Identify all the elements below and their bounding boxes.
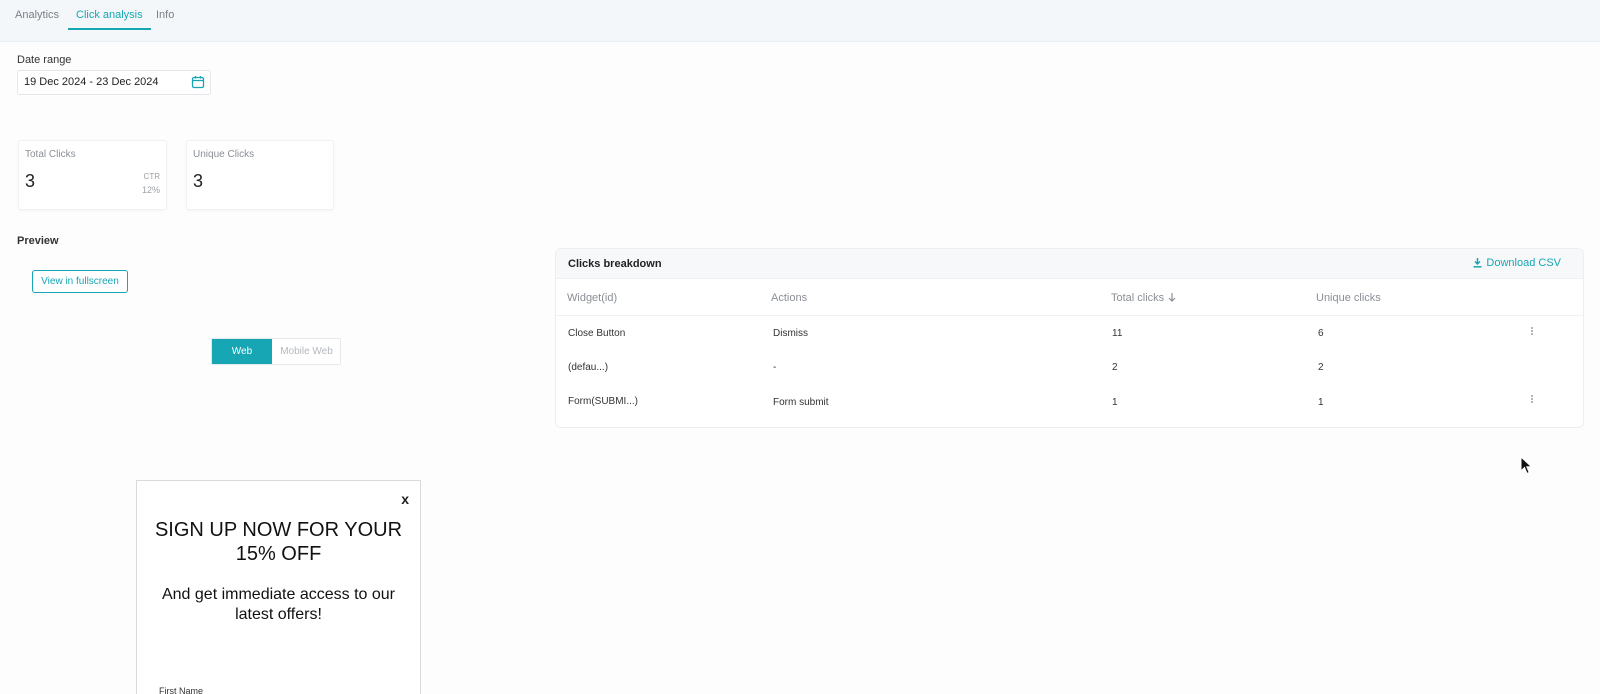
row-widget: Close Button [568,328,626,339]
row-menu-icon[interactable] [1527,394,1537,406]
unique-clicks-value: 3 [193,171,204,191]
row-total: 2 [1112,362,1118,373]
row-action: Dismiss [773,328,808,339]
col-total-clicks-label: Total clicks [1111,292,1165,304]
date-range-label: Date range [17,54,72,66]
total-clicks-label: Total Clicks [25,149,76,160]
unique-clicks-card: Unique Clicks 3 [186,140,334,210]
download-csv-label: Download CSV [1486,257,1561,269]
first-name-label: First Name [159,686,204,694]
ctr-label: CTR [143,172,160,181]
header-divider [556,315,1583,316]
sort-down-icon[interactable] [1167,292,1177,302]
date-range-picker[interactable]: 19 Dec 2024 - 23 Dec 2024 [17,70,211,95]
row-widget: Form(SUBMI...) [568,396,638,407]
top-tab-bar: Analytics Click analysis Info [0,0,1600,42]
tab-info[interactable]: Info [156,10,174,30]
calendar-icon[interactable] [191,75,205,89]
tab-analytics[interactable]: Analytics [15,10,59,30]
col-actions: Actions [771,292,808,304]
view-fullscreen-button[interactable]: View in fullscreen [32,270,128,293]
row-unique: 2 [1318,362,1324,373]
row-unique: 6 [1318,328,1324,339]
tab-click-analysis[interactable]: Click analysis [68,10,151,30]
row-unique: 1 [1318,397,1324,408]
col-total-clicks[interactable]: Total clicks [1111,292,1177,304]
row-action: - [773,362,777,373]
popup-subline: And get immediate access to our latest o… [161,586,395,623]
signup-popup-preview: x SIGN UP NOW FOR YOUR 15% OFF And get i… [136,480,421,694]
popup-headline: SIGN UP NOW FOR YOUR 15% OFF [154,519,403,565]
col-unique-clicks: Unique clicks [1316,292,1381,304]
download-csv-button[interactable]: Download CSV [1472,257,1561,269]
total-clicks-value: 3 [25,171,36,191]
row-menu-icon[interactable] [1527,326,1537,338]
unique-clicks-label: Unique Clicks [193,149,255,160]
preview-heading: Preview [17,235,59,247]
row-total: 1 [1112,397,1118,408]
col-widget: Widget(id) [567,292,618,304]
mouse-cursor-icon [1520,456,1533,475]
row-total: 11 [1112,328,1123,339]
download-icon [1473,258,1482,268]
panel-header: Clicks breakdown Download CSV [556,249,1583,279]
mobile-web-option[interactable]: Mobile Web [272,339,341,364]
row-action: Form submit [773,397,829,408]
date-range-value: 19 Dec 2024 - 23 Dec 2024 [24,76,159,88]
total-clicks-card: Total Clicks 3 CTR 12% [18,140,167,210]
clicks-breakdown-panel: Clicks breakdown Download CSV Widget(id)… [555,248,1584,428]
device-toggle: Web Mobile Web [211,338,341,365]
panel-title: Clicks breakdown [568,258,662,270]
ctr-value: 12% [141,185,160,195]
row-widget: (defau...) [568,362,609,373]
web-option[interactable]: Web [212,339,272,364]
close-icon[interactable]: x [401,491,409,507]
